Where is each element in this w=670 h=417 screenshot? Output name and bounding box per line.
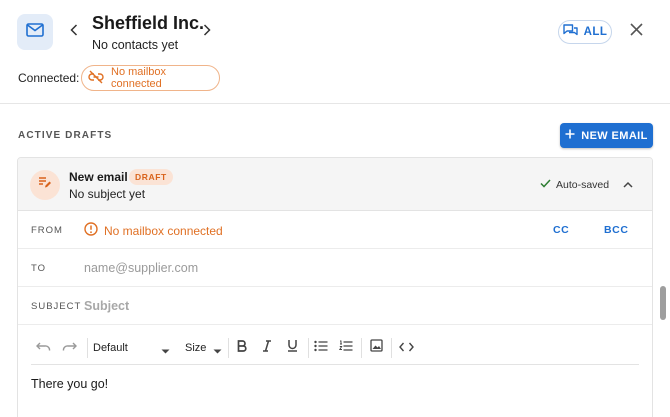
bcc-button[interactable]: BCC <box>604 224 629 236</box>
subject-row: SUBJECT <box>18 287 652 325</box>
block-style-value: Default <box>93 342 128 354</box>
bold-button[interactable] <box>232 338 252 358</box>
check-icon <box>540 179 551 191</box>
image-icon <box>369 339 383 357</box>
font-size-select[interactable]: Size <box>185 339 223 357</box>
mailbox-status-chip[interactable]: No mailbox connected <box>81 65 220 91</box>
to-row: TO <box>18 249 652 287</box>
caret-down-icon <box>161 345 170 357</box>
chevron-up-icon <box>623 175 633 193</box>
bulleted-list-icon <box>314 339 328 357</box>
code-icon <box>398 339 414 357</box>
plus-icon <box>565 129 575 142</box>
to-label: TO <box>31 263 47 274</box>
draft-avatar <box>30 170 60 200</box>
code-button[interactable] <box>396 338 416 358</box>
mailbox-chip-label: No mailbox connected <box>111 66 167 90</box>
toolbar-divider <box>228 338 229 358</box>
to-input[interactable] <box>84 258 524 278</box>
connected-label: Connected: <box>18 71 80 85</box>
email-body[interactable]: There you go! <box>31 377 108 391</box>
draft-badge: DRAFT <box>129 169 173 185</box>
chevron-left-icon <box>70 23 78 41</box>
toolbar-divider <box>308 338 309 358</box>
all-conversations-button[interactable]: ALL <box>558 20 612 44</box>
email-tile <box>17 14 53 50</box>
block-style-select[interactable]: Default <box>93 339 173 357</box>
from-label: FROM <box>31 225 63 236</box>
previous-record-button[interactable] <box>64 22 84 42</box>
subject-input[interactable] <box>84 296 524 316</box>
toolbar-divider <box>87 338 88 358</box>
editor-toolbar: Default Size <box>31 330 639 365</box>
link-off-icon <box>87 70 105 87</box>
mail-icon <box>26 22 44 42</box>
company-subtitle: No contacts yet <box>92 38 179 52</box>
subject-label: SUBJECT <box>31 301 82 312</box>
caret-down-icon <box>213 345 222 357</box>
underline-button[interactable] <box>282 338 302 358</box>
redo-icon <box>62 339 77 357</box>
close-button[interactable] <box>626 22 646 42</box>
numbered-list-button[interactable] <box>336 338 356 358</box>
next-record-button[interactable] <box>197 22 217 42</box>
toolbar-divider <box>391 338 392 358</box>
draft-card: New email DRAFT No subject yet Auto-save… <box>17 157 653 417</box>
draft-title: New email <box>69 170 128 184</box>
collapse-draft-button[interactable] <box>620 176 636 192</box>
draft-subject-preview: No subject yet <box>69 187 146 201</box>
from-warning-text: No mailbox connected <box>104 223 223 238</box>
font-size-value: Size <box>185 342 207 354</box>
chat-bubbles-icon <box>562 24 578 40</box>
from-row: FROM No mailbox connected CC BCC <box>18 211 652 249</box>
bulleted-list-button[interactable] <box>311 338 331 358</box>
insert-image-button[interactable] <box>366 338 386 358</box>
autosave-label: Auto-saved <box>556 179 610 191</box>
new-email-button[interactable]: NEW EMAIL <box>560 123 653 148</box>
scrollbar-thumb[interactable] <box>660 286 666 320</box>
close-icon <box>629 23 643 41</box>
italic-button[interactable] <box>257 338 277 358</box>
autosave-status: Auto-saved <box>540 179 609 191</box>
company-name: Sheffield Inc. <box>92 13 205 33</box>
record-header: Sheffield Inc. No contacts yet ALL Conne… <box>0 0 670 104</box>
bold-icon <box>237 339 247 357</box>
italic-icon <box>262 339 272 357</box>
from-warning: No mailbox connected <box>84 222 223 239</box>
alert-circle-icon <box>84 222 98 239</box>
chevron-right-icon <box>203 23 211 41</box>
active-drafts-title: ACTIVE DRAFTS <box>18 130 113 141</box>
draft-card-header[interactable]: New email DRAFT No subject yet Auto-save… <box>18 158 652 211</box>
undo-button[interactable] <box>33 338 53 358</box>
numbered-list-icon <box>338 339 353 357</box>
redo-button[interactable] <box>59 338 79 358</box>
underline-icon <box>287 339 298 357</box>
new-email-label: NEW EMAIL <box>581 129 648 142</box>
undo-icon <box>35 339 51 357</box>
edit-note-icon <box>38 176 52 194</box>
cc-button[interactable]: CC <box>553 224 569 236</box>
toolbar-divider <box>361 338 362 358</box>
all-button-label: ALL <box>583 26 608 38</box>
